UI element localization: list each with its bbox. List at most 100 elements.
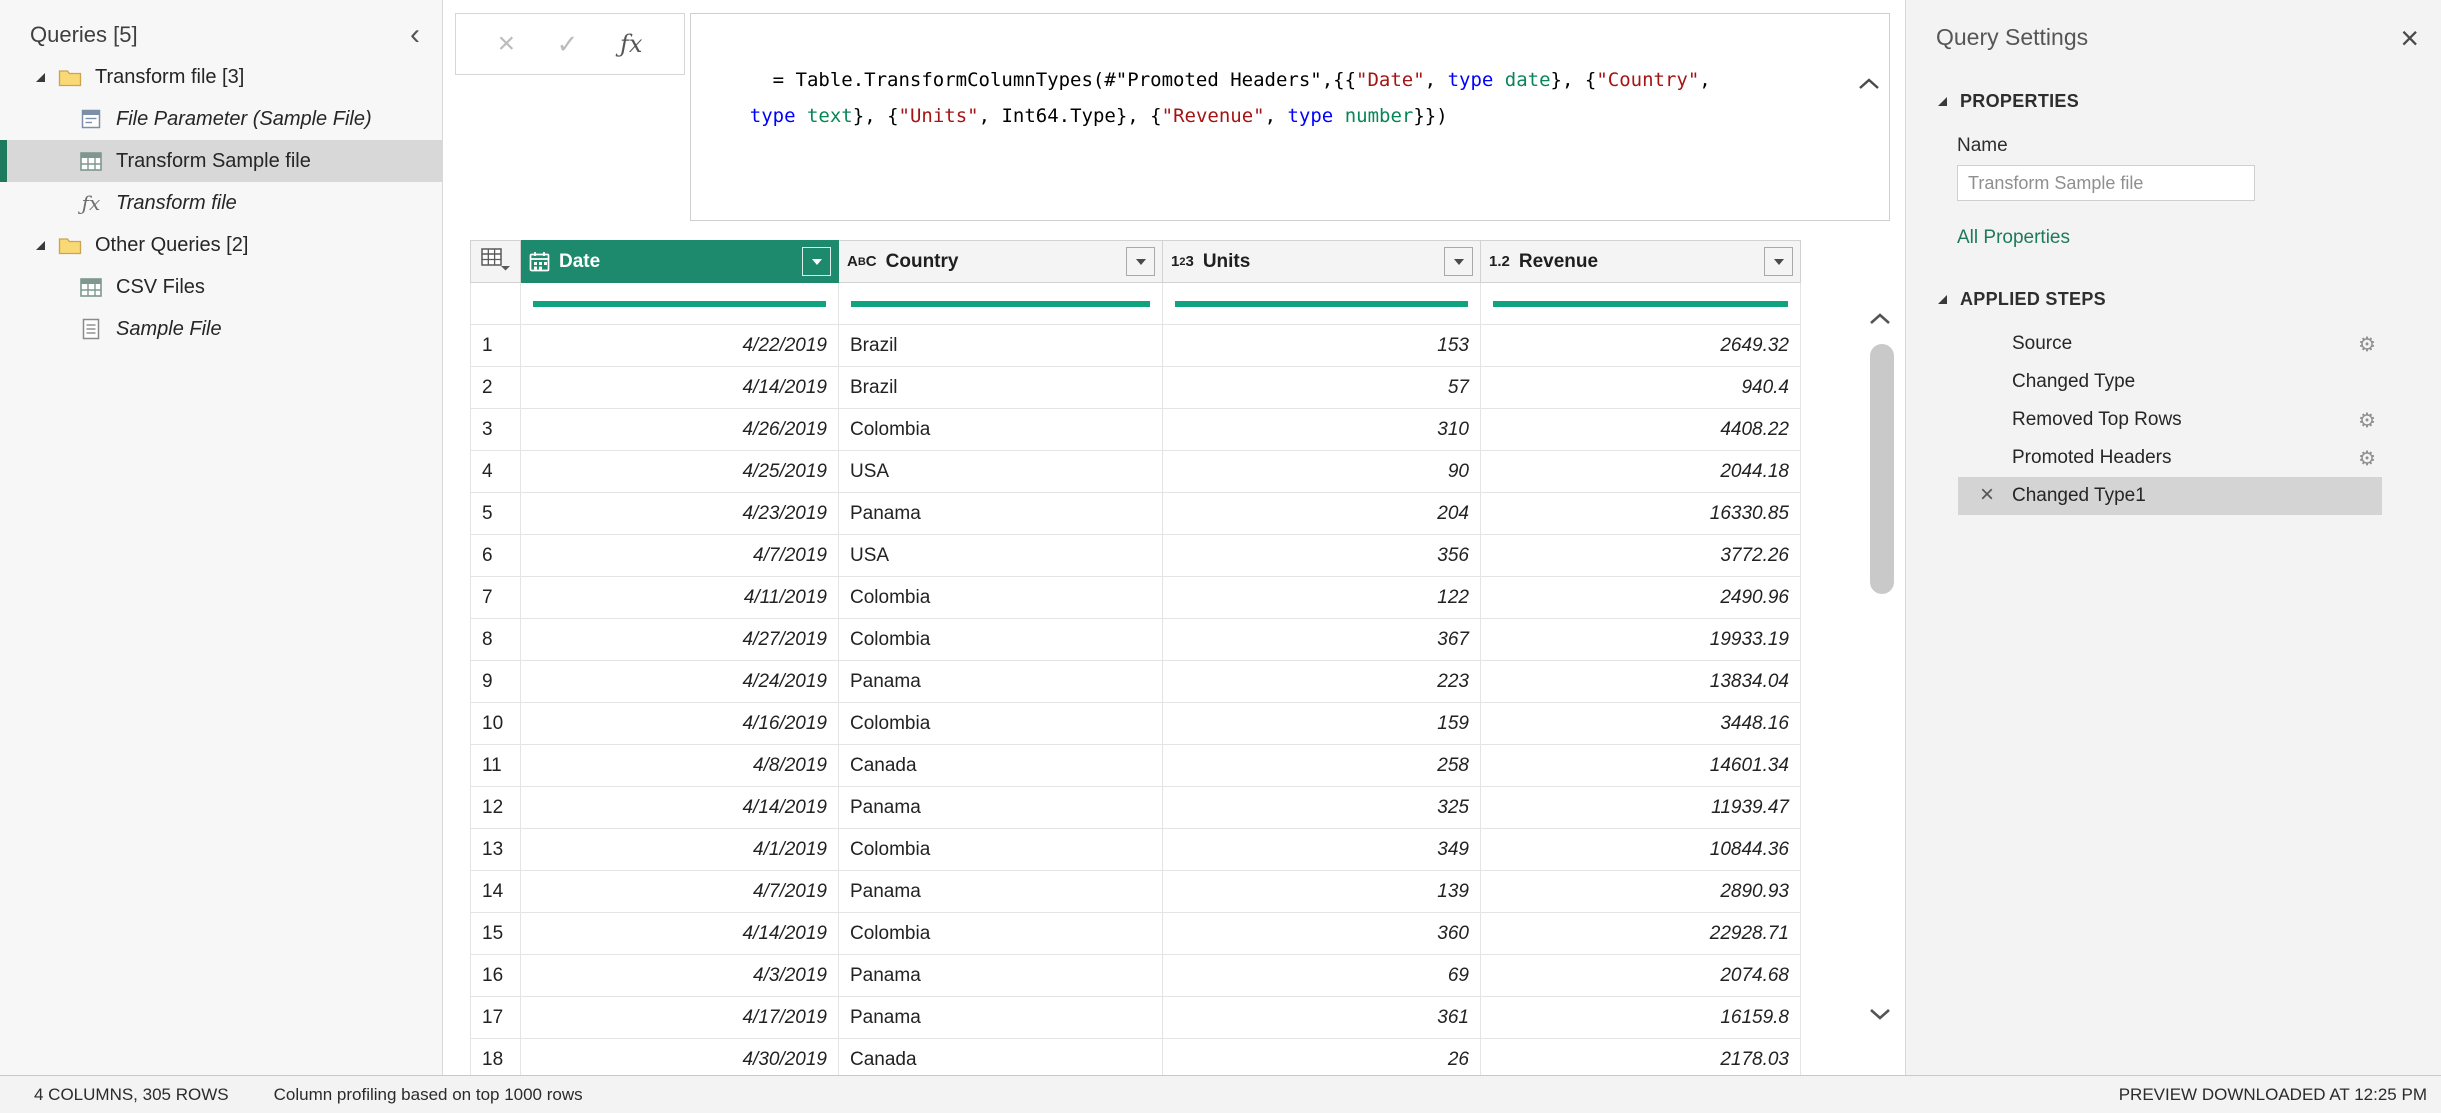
cancel-formula-icon[interactable]: × [498,27,516,61]
properties-section-header[interactable]: PROPERTIES [1938,91,2441,112]
cell[interactable]: Colombia [839,619,1163,661]
row-number[interactable]: 6 [471,535,521,577]
row-number[interactable]: 15 [471,913,521,955]
query-item[interactable]: File Parameter (Sample File) [0,98,442,140]
row-number[interactable]: 4 [471,451,521,493]
cell[interactable]: Colombia [839,577,1163,619]
cell[interactable]: Colombia [839,409,1163,451]
row-number[interactable]: 16 [471,955,521,997]
cell[interactable]: 4/24/2019 [521,661,839,703]
step-settings-gear-icon[interactable]: ⚙ [2358,408,2382,432]
collapse-queries-panel-icon[interactable]: ‹ [402,25,428,45]
applied-step[interactable]: Removed Top Rows⚙ [1958,401,2382,439]
cell[interactable]: 4/22/2019 [521,325,839,367]
applied-step[interactable]: Changed Type [1958,363,2382,401]
step-settings-gear-icon[interactable]: ⚙ [2358,332,2382,356]
column-header-country[interactable]: ABCCountry [839,241,1163,283]
query-item[interactable]: Sample File [0,308,442,350]
row-number[interactable]: 1 [471,325,521,367]
status-profiling-info[interactable]: Column profiling based on top 1000 rows [274,1085,583,1105]
all-properties-link[interactable]: All Properties [1957,227,2441,249]
row-number[interactable]: 12 [471,787,521,829]
scrollbar-thumb[interactable] [1870,344,1894,594]
filter-dropdown-button[interactable] [1764,247,1793,276]
cell[interactable]: 13834.04 [1481,661,1801,703]
cell[interactable]: 57 [1163,367,1481,409]
applied-steps-section-header[interactable]: APPLIED STEPS [1938,289,2441,310]
applied-step[interactable]: Promoted Headers⚙ [1958,439,2382,477]
cell[interactable]: 4/27/2019 [521,619,839,661]
cell[interactable]: 11939.47 [1481,787,1801,829]
scroll-down-icon[interactable] [1868,1008,1892,1026]
cell[interactable]: 22928.71 [1481,913,1801,955]
cell[interactable]: 356 [1163,535,1481,577]
cell[interactable]: 4/17/2019 [521,997,839,1039]
cell[interactable]: USA [839,451,1163,493]
cell[interactable]: Colombia [839,703,1163,745]
expander-icon[interactable] [36,73,45,82]
cell[interactable]: 122 [1163,577,1481,619]
cell[interactable]: 4/14/2019 [521,367,839,409]
cell[interactable]: 4/11/2019 [521,577,839,619]
cell[interactable]: Panama [839,661,1163,703]
column-header-revenue[interactable]: 1.2Revenue [1481,241,1801,283]
cell[interactable]: Panama [839,871,1163,913]
expander-icon[interactable] [1938,295,1947,304]
cell[interactable]: 258 [1163,745,1481,787]
cell[interactable]: Brazil [839,367,1163,409]
row-number[interactable]: 13 [471,829,521,871]
row-number[interactable]: 14 [471,871,521,913]
table-menu-button[interactable] [471,241,521,283]
cell[interactable]: 361 [1163,997,1481,1039]
commit-formula-icon[interactable]: ✓ [557,29,579,60]
cell[interactable]: 4/25/2019 [521,451,839,493]
row-number[interactable]: 10 [471,703,521,745]
cell[interactable]: 4/7/2019 [521,871,839,913]
cell[interactable]: Colombia [839,829,1163,871]
query-group[interactable]: Transform file [3] [0,56,442,98]
cell[interactable]: 2178.03 [1481,1039,1801,1076]
cell[interactable]: 19933.19 [1481,619,1801,661]
cell[interactable]: Brazil [839,325,1163,367]
row-number[interactable]: 18 [471,1039,521,1076]
cell[interactable]: USA [839,535,1163,577]
cell[interactable]: 4/14/2019 [521,787,839,829]
cell[interactable]: 360 [1163,913,1481,955]
cell[interactable]: 940.4 [1481,367,1801,409]
cell[interactable]: 10844.36 [1481,829,1801,871]
filter-dropdown-button[interactable] [1444,247,1473,276]
cell[interactable]: 4/7/2019 [521,535,839,577]
cell[interactable]: 223 [1163,661,1481,703]
cell[interactable]: 2074.68 [1481,955,1801,997]
cell[interactable]: 3448.16 [1481,703,1801,745]
cell[interactable]: 69 [1163,955,1481,997]
cell[interactable]: 4/26/2019 [521,409,839,451]
cell[interactable]: 16159.8 [1481,997,1801,1039]
cell[interactable]: 4/23/2019 [521,493,839,535]
filter-dropdown-button[interactable] [802,247,831,276]
fx-icon[interactable]: ƒx [620,30,642,58]
column-header-date[interactable]: Date [521,241,839,283]
cell[interactable]: 4/30/2019 [521,1039,839,1076]
cell[interactable]: 2490.96 [1481,577,1801,619]
delete-step-icon[interactable]: × [1980,481,1994,508]
cell[interactable]: 367 [1163,619,1481,661]
query-group[interactable]: Other Queries [2] [0,224,442,266]
column-header-units[interactable]: 123Units [1163,241,1481,283]
cell[interactable]: Canada [839,745,1163,787]
cell[interactable]: 4/3/2019 [521,955,839,997]
cell[interactable]: 2890.93 [1481,871,1801,913]
expander-icon[interactable] [1938,97,1947,106]
cell[interactable]: 310 [1163,409,1481,451]
row-number[interactable]: 11 [471,745,521,787]
cell[interactable]: 159 [1163,703,1481,745]
cell[interactable]: 4/1/2019 [521,829,839,871]
row-number[interactable]: 8 [471,619,521,661]
row-number[interactable]: 5 [471,493,521,535]
cell[interactable]: 204 [1163,493,1481,535]
row-number[interactable]: 7 [471,577,521,619]
cell[interactable]: 90 [1163,451,1481,493]
row-number[interactable]: 9 [471,661,521,703]
cell[interactable]: Canada [839,1039,1163,1076]
cell[interactable]: Colombia [839,913,1163,955]
